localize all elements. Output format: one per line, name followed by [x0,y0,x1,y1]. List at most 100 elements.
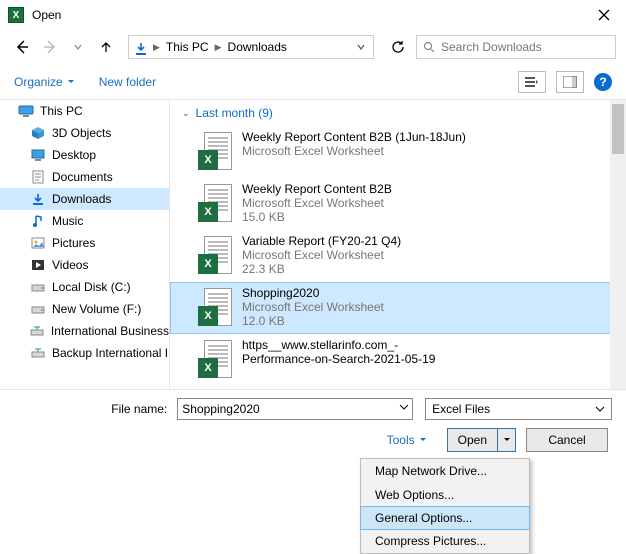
sidebar-item-videos[interactable]: Videos [0,254,169,276]
open-split-dropdown[interactable] [497,429,515,451]
drive-icon [30,301,46,317]
menu-compress-pictures[interactable]: Compress Pictures... [361,529,529,553]
excel-file-icon: X [198,132,232,174]
file-list-pane: ⌄ Last month (9) X Weekly Report Content… [170,100,626,389]
forward-icon [38,35,62,59]
file-item[interactable]: X Variable Report (FY20-21 Q4) Microsoft… [170,230,626,282]
file-name: https__www.stellarinfo.com_-Performance-… [242,338,442,366]
cancel-label: Cancel [548,433,585,447]
network-drive-icon [30,323,45,339]
file-name: Variable Report (FY20-21 Q4) [242,234,401,248]
sidebar-item-3dobjects[interactable]: 3D Objects [0,122,169,144]
sidebar-label: 3D Objects [52,126,111,140]
pictures-icon [30,235,46,251]
open-label: Open [458,433,487,447]
sidebar-label: International Business [51,324,169,338]
address-bar[interactable]: ▶ This PC ▶ Downloads [128,35,374,59]
open-button[interactable]: Open [447,428,516,452]
sidebar-item-backupintl[interactable]: Backup International I [0,342,169,364]
sidebar-label: Pictures [52,236,95,250]
sidebar-item-desktop[interactable]: Desktop [0,144,169,166]
file-item[interactable]: X Weekly Report Content B2B (1Jun-18Jun)… [170,126,626,178]
sidebar-label: Local Disk (C:) [52,280,131,294]
chevron-down-icon [595,404,605,414]
breadcrumb-thispc[interactable]: This PC [164,40,211,54]
search-placeholder: Search Downloads [441,40,542,54]
file-item[interactable]: X Weekly Report Content B2B Microsoft Ex… [170,178,626,230]
file-item-selected[interactable]: X Shopping2020 Microsoft Excel Worksheet… [170,282,615,334]
sidebar-label: This PC [40,104,83,118]
group-label: Last month (9) [196,106,273,120]
menu-map-network-drive[interactable]: Map Network Drive... [361,459,529,483]
sidebar-label: Music [52,214,83,228]
sidebar-item-thispc[interactable]: This PC [0,100,169,122]
file-type-filter[interactable]: Excel Files [425,398,612,420]
sidebar-label: New Volume (F:) [52,302,141,316]
scrollbar-thumb[interactable] [612,104,624,154]
sidebar-item-downloads[interactable]: Downloads [0,188,169,210]
drive-icon [30,279,46,295]
pc-icon [18,103,34,119]
new-folder-button[interactable]: New folder [99,75,156,89]
desktop-icon [30,147,46,163]
file-size: 22.3 KB [242,262,401,276]
close-icon[interactable] [590,5,618,25]
chevron-right-icon: ▶ [153,42,160,53]
sidebar-item-documents[interactable]: Documents [0,166,169,188]
cancel-button[interactable]: Cancel [526,428,608,452]
sidebar-item-localc[interactable]: Local Disk (C:) [0,276,169,298]
sidebar-label: Backup International I [52,346,168,360]
sidebar-item-intlbiz[interactable]: International Business [0,320,169,342]
file-item[interactable]: X https__www.stellarinfo.com_-Performanc… [170,334,626,386]
documents-icon [30,169,46,185]
excel-file-icon: X [198,236,232,278]
chevron-down-icon[interactable] [399,402,409,412]
search-input[interactable]: Search Downloads [416,35,616,59]
downloads-icon [30,191,46,207]
navigation-sidebar: This PC 3D Objects Desktop Documents Dow… [0,100,170,389]
file-size: 12.0 KB [242,314,384,328]
address-dropdown-icon[interactable] [353,43,369,51]
menu-web-options[interactable]: Web Options... [361,483,529,507]
tools-label: Tools [387,433,415,447]
menu-general-options[interactable]: General Options... [360,506,530,530]
chevron-down-icon: ⌄ [182,108,190,119]
sidebar-label: Videos [52,258,88,272]
downloads-location-icon [133,41,149,53]
up-icon[interactable] [94,35,118,59]
tools-menu-button[interactable]: Tools [377,428,437,452]
breadcrumb-downloads[interactable]: Downloads [226,40,289,54]
file-type: Microsoft Excel Worksheet [242,248,401,262]
chevron-down-icon [67,78,75,86]
file-name: Weekly Report Content B2B [242,182,392,196]
sidebar-item-pictures[interactable]: Pictures [0,232,169,254]
filename-input[interactable] [177,398,413,420]
file-type: Microsoft Excel Worksheet [242,300,384,314]
sidebar-label: Desktop [52,148,96,162]
scrollbar[interactable] [610,100,626,389]
tools-dropdown-menu: Map Network Drive... Web Options... Gene… [360,458,530,554]
filter-label: Excel Files [432,402,490,416]
group-header-lastmonth[interactable]: ⌄ Last month (9) [170,100,626,126]
excel-file-icon: X [198,288,232,330]
chevron-right-icon: ▶ [215,42,222,53]
sidebar-item-music[interactable]: Music [0,210,169,232]
chevron-down-icon [419,436,427,444]
sidebar-label: Downloads [52,192,111,206]
file-type: Microsoft Excel Worksheet [242,196,392,210]
file-size: 15.0 KB [242,210,392,224]
cube-icon [30,125,46,141]
sidebar-item-newvolf[interactable]: New Volume (F:) [0,298,169,320]
window-title: Open [32,8,61,22]
preview-pane-button[interactable] [556,71,584,93]
sidebar-label: Documents [52,170,113,184]
refresh-icon[interactable] [384,35,412,59]
organize-menu[interactable]: Organize [14,75,75,89]
back-icon[interactable] [10,35,34,59]
recent-dropdown-icon[interactable] [66,35,90,59]
help-icon[interactable]: ? [594,73,612,91]
view-mode-button[interactable] [518,71,546,93]
organize-label: Organize [14,75,63,89]
file-name: Weekly Report Content B2B (1Jun-18Jun) [242,130,466,144]
excel-file-icon: X [198,184,232,226]
